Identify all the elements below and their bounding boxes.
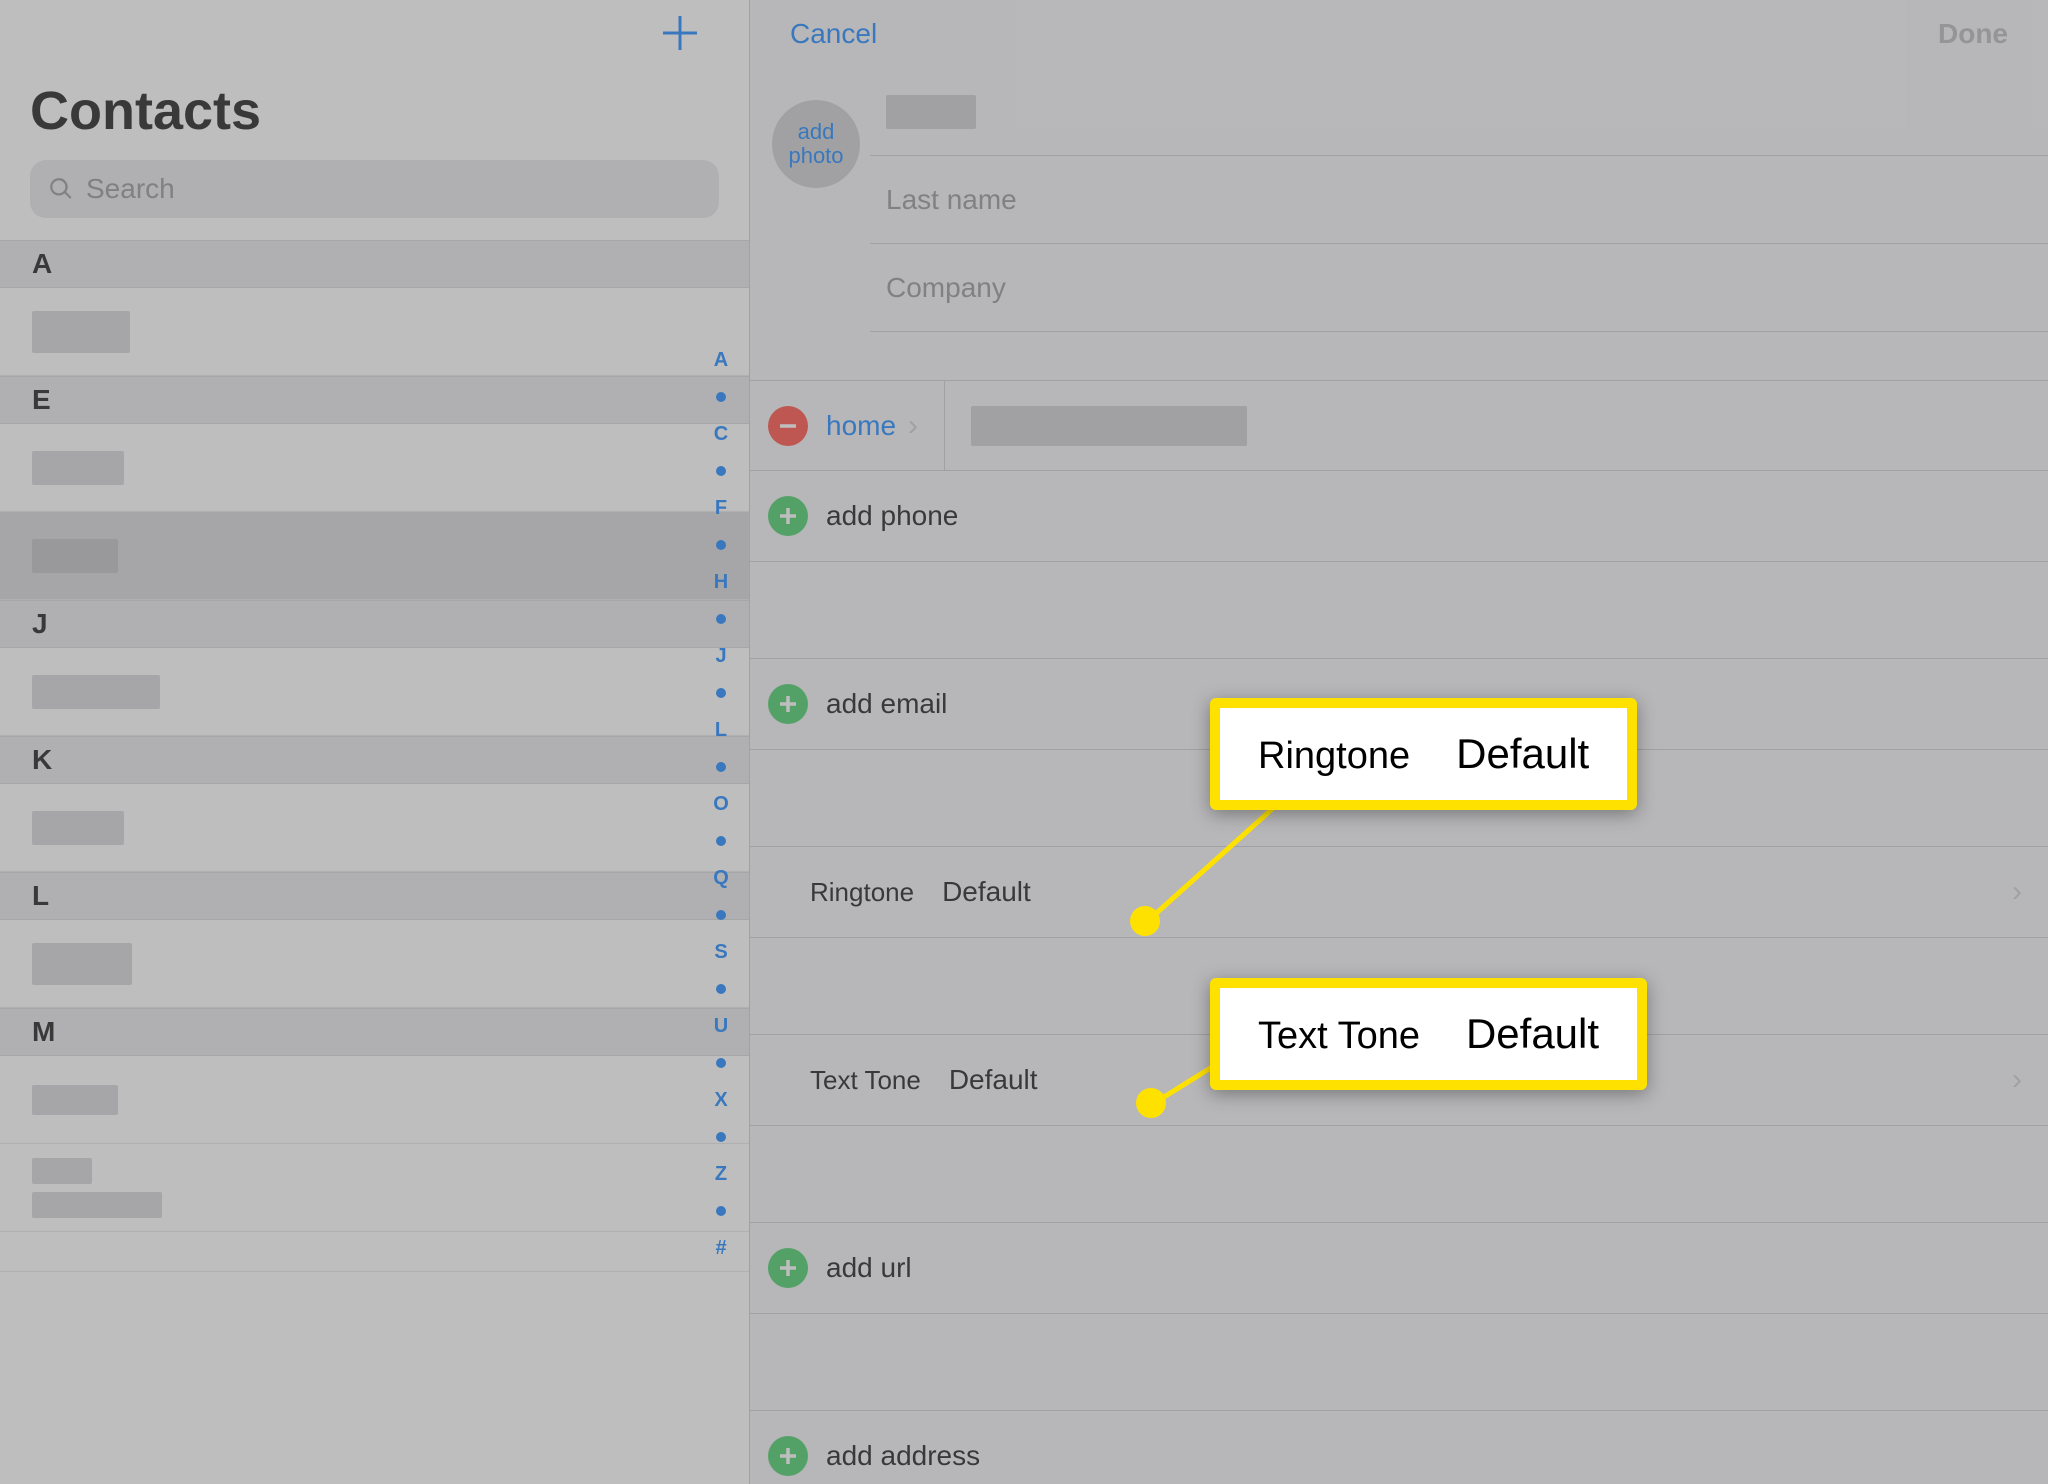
chevron-right-icon: › <box>908 409 918 443</box>
list-item[interactable] <box>0 648 749 736</box>
list-item-selected[interactable] <box>0 512 749 600</box>
add-contact-icon[interactable] <box>657 10 703 61</box>
section-header-e: E <box>0 376 749 424</box>
callout-ringtone: Ringtone Default <box>1210 698 1637 810</box>
ringtone-row[interactable]: Ringtone Default › <box>750 847 2048 937</box>
list-item[interactable] <box>0 288 749 376</box>
search-placeholder: Search <box>86 173 175 205</box>
delete-icon[interactable] <box>768 406 808 446</box>
company-field[interactable]: Company <box>870 244 2048 332</box>
add-icon[interactable] <box>768 1436 808 1476</box>
add-address-row[interactable]: add address <box>750 1411 2048 1484</box>
ringtone-group: Ringtone Default › <box>750 846 2048 938</box>
section-header-l: L <box>0 872 749 920</box>
contacts-sidebar: Contacts Search A E J K L M A C F H J L … <box>0 0 750 1484</box>
section-header-j: J <box>0 600 749 648</box>
callout-dot <box>1136 1088 1166 1118</box>
callout-dot <box>1130 906 1160 936</box>
alphabet-index[interactable]: A C F H J L O Q S U X Z # <box>709 350 733 1258</box>
cancel-button[interactable]: Cancel <box>790 18 877 50</box>
url-group: add url <box>750 1222 2048 1314</box>
first-name-field[interactable] <box>870 68 2048 156</box>
phone-row[interactable]: home › <box>750 381 2048 471</box>
chevron-right-icon: › <box>2012 1063 2022 1097</box>
callout-texttone: Text Tone Default <box>1210 978 1647 1090</box>
list-item[interactable] <box>0 1144 749 1232</box>
add-url-row[interactable]: add url <box>750 1223 2048 1313</box>
phone-type-selector[interactable]: home <box>826 410 896 442</box>
search-input[interactable]: Search <box>30 160 719 218</box>
add-icon[interactable] <box>768 496 808 536</box>
sidebar-topbar <box>0 0 749 70</box>
section-header-m: M <box>0 1008 749 1056</box>
phones-group: home › add phone <box>750 380 2048 562</box>
list-item[interactable] <box>0 1056 749 1144</box>
search-wrap: Search <box>0 160 749 240</box>
list-item[interactable] <box>0 784 749 872</box>
add-icon[interactable] <box>768 1248 808 1288</box>
add-phone-row[interactable]: add phone <box>750 471 2048 561</box>
address-group: add address <box>750 1410 2048 1484</box>
last-name-field[interactable]: Last name <box>870 156 2048 244</box>
section-header-a: A <box>0 240 749 288</box>
chevron-right-icon: › <box>2012 875 2022 909</box>
detail-topbar: Cancel Done <box>750 0 2048 68</box>
page-title: Contacts <box>0 70 749 160</box>
section-header-k: K <box>0 736 749 784</box>
identity-block: add photo Last name Company <box>750 68 2048 332</box>
list-item[interactable] <box>0 424 749 512</box>
add-icon[interactable] <box>768 684 808 724</box>
add-photo-button[interactable]: add photo <box>772 100 860 188</box>
list-item[interactable] <box>0 920 749 1008</box>
done-button[interactable]: Done <box>1938 18 2008 50</box>
